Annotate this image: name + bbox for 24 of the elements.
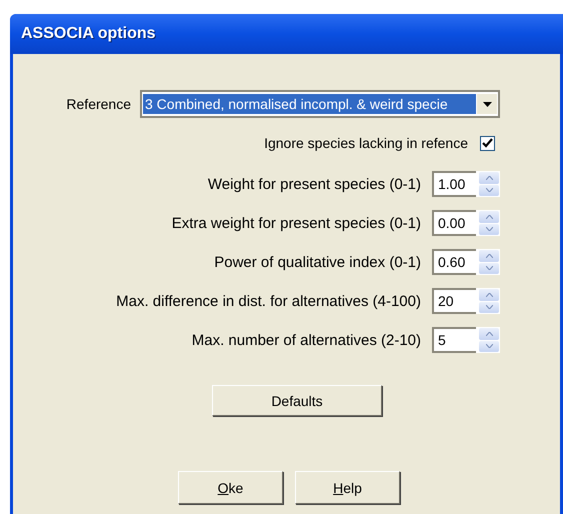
spinner-icon[interactable] — [476, 288, 500, 314]
number-field[interactable]: 5 — [432, 327, 476, 353]
field-label: Extra weight for present species (0-1) — [172, 214, 421, 232]
field-label: Reference — [66, 96, 131, 112]
spinner-icon[interactable] — [476, 210, 500, 236]
field-label: Max. number of alternatives (2-10) — [192, 332, 421, 348]
field-label: Power of qualitative index (0-1) — [214, 254, 421, 270]
number-field[interactable]: 0.60 — [432, 249, 476, 275]
number-field[interactable]: 20 — [432, 288, 476, 314]
spinner-icon[interactable] — [476, 171, 500, 197]
number-field[interactable]: 0.00 — [432, 210, 476, 236]
field-label: Max. difference in dist. for alternatives (4-100) — [116, 292, 421, 310]
number-field[interactable]: 1.00 — [432, 171, 476, 197]
checkbox-label: Ignore species lacking in refence — [264, 135, 468, 151]
defaults-button[interactable]: Defaults — [212, 385, 382, 416]
field-label: Weight for present species (0-1) — [208, 176, 421, 192]
window-title: ASSOCIA options — [21, 25, 156, 43]
reference-dropdown[interactable]: 3 Combined, normalised incompl. & weird specie — [140, 90, 500, 118]
dropdown-value: 3 Combined, normalised incompl. & weird specie — [143, 94, 476, 114]
spinner-icon[interactable] — [476, 249, 500, 275]
help-button[interactable]: Help — [295, 471, 400, 504]
checkbox[interactable] — [480, 136, 495, 150]
spinner-icon[interactable] — [476, 327, 500, 353]
ok-button[interactable]: Oke — [178, 471, 283, 504]
